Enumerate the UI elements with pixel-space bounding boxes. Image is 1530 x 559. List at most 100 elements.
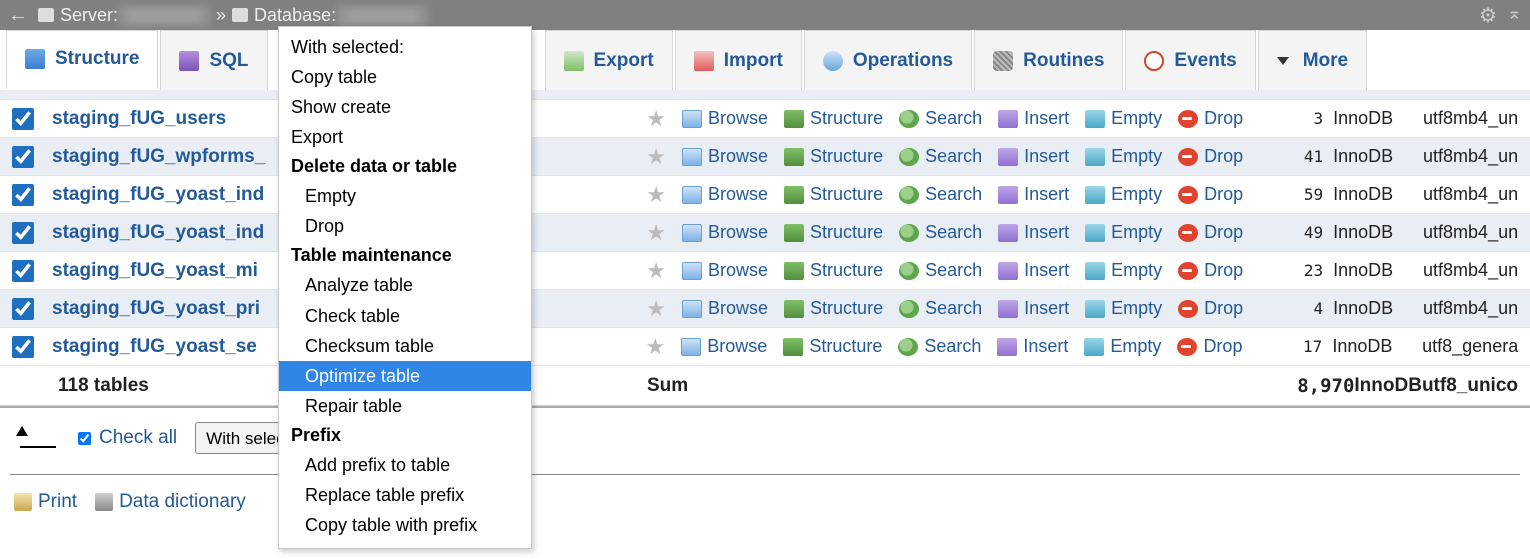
ctx-check[interactable]: Check table [279, 301, 531, 331]
ctx-replace-prefix[interactable]: Replace table prefix [279, 480, 531, 510]
tab-label: Routines [1023, 50, 1104, 72]
empty-icon [1085, 110, 1105, 128]
favorite-star-icon[interactable]: ★ [646, 106, 666, 132]
favorite-star-icon[interactable]: ★ [646, 334, 666, 360]
table-name-link[interactable]: staging_fUG_yoast_se [52, 336, 257, 358]
favorite-star-icon[interactable]: ★ [646, 258, 666, 284]
favorite-star-icon[interactable]: ★ [646, 220, 666, 246]
ctx-repair[interactable]: Repair table [279, 391, 531, 421]
print-link[interactable]: Print [14, 491, 77, 513]
table-name-link[interactable]: staging_fUG_yoast_mi [52, 260, 258, 282]
ctx-drop[interactable]: Drop [279, 211, 531, 241]
action-insert[interactable]: Insert [991, 336, 1074, 357]
action-drop[interactable]: Drop [1172, 184, 1249, 205]
action-search[interactable]: Search [893, 184, 988, 205]
back-arrow-icon[interactable]: ← [8, 4, 28, 27]
action-search[interactable]: Search [893, 260, 988, 281]
action-drop[interactable]: Drop [1172, 108, 1249, 129]
ctx-copy-prefix[interactable]: Copy table with prefix [279, 510, 531, 540]
action-structure[interactable]: Structure [777, 336, 888, 357]
action-empty[interactable]: Empty [1079, 184, 1168, 205]
table-name-link[interactable]: staging_fUG_wpforms_ [52, 146, 265, 168]
action-drop[interactable]: Drop [1172, 298, 1249, 319]
action-search[interactable]: Search [892, 336, 987, 357]
insert-icon [998, 300, 1018, 318]
action-search[interactable]: Search [893, 298, 988, 319]
ctx-empty[interactable]: Empty [279, 181, 531, 211]
tab-routines[interactable]: Routines [974, 30, 1123, 90]
action-browse[interactable]: Browse [676, 184, 774, 205]
tab-events[interactable]: Events [1125, 30, 1255, 90]
action-drop[interactable]: Drop [1172, 146, 1249, 167]
tab-structure[interactable]: Structure [6, 30, 158, 90]
action-search[interactable]: Search [893, 146, 988, 167]
favorite-star-icon[interactable]: ★ [646, 296, 666, 322]
check-all-checkbox[interactable] [78, 432, 91, 445]
action-structure[interactable]: Structure [778, 146, 889, 167]
data-dictionary-label: Data dictionary [119, 491, 246, 513]
action-search[interactable]: Search [893, 222, 988, 243]
action-structure[interactable]: Structure [778, 184, 889, 205]
action-drop[interactable]: Drop [1171, 336, 1248, 357]
ctx-show-create[interactable]: Show create [279, 92, 531, 122]
tab-label: More [1303, 50, 1348, 72]
action-empty[interactable]: Empty [1079, 298, 1168, 319]
ctx-add-prefix[interactable]: Add prefix to table [279, 450, 531, 480]
check-all-label[interactable]: Check all [78, 427, 177, 449]
favorite-star-icon[interactable]: ★ [646, 144, 666, 170]
action-browse[interactable]: Browse [675, 336, 773, 357]
table-name-link[interactable]: staging_fUG_yoast_ind [52, 222, 264, 244]
row-engine: InnoDB [1333, 108, 1413, 129]
tab-operations[interactable]: Operations [804, 30, 972, 90]
action-browse[interactable]: Browse [676, 222, 774, 243]
ctx-optimize[interactable]: Optimize table [279, 361, 531, 391]
table-name-link[interactable]: staging_fUG_users [52, 108, 226, 130]
action-browse[interactable]: Browse [676, 298, 774, 319]
tab-export[interactable]: Export [545, 30, 673, 90]
tab-import[interactable]: Import [675, 30, 802, 90]
ctx-export[interactable]: Export [279, 122, 531, 152]
action-empty[interactable]: Empty [1079, 146, 1168, 167]
ctx-copy-table[interactable]: Copy table [279, 62, 531, 92]
tab-sql[interactable]: SQL [160, 30, 267, 90]
gear-icon[interactable]: ⚙ [1479, 3, 1497, 28]
action-browse[interactable]: Browse [676, 108, 774, 129]
ctx-checksum[interactable]: Checksum table [279, 331, 531, 361]
action-insert[interactable]: Insert [992, 146, 1075, 167]
action-empty[interactable]: Empty [1079, 222, 1168, 243]
ctx-prefix-header: Prefix [279, 421, 531, 450]
data-dictionary-link[interactable]: Data dictionary [95, 491, 246, 513]
row-checkbox[interactable] [12, 298, 34, 320]
table-name-link[interactable]: staging_fUG_yoast_ind [52, 184, 264, 206]
structure-icon [25, 49, 45, 69]
row-checkbox[interactable] [12, 260, 34, 282]
action-empty[interactable]: Empty [1079, 108, 1168, 129]
table-name-link[interactable]: staging_fUG_yoast_pri [52, 298, 260, 320]
row-checkbox[interactable] [12, 222, 34, 244]
row-checkbox[interactable] [12, 184, 34, 206]
action-insert[interactable]: Insert [992, 260, 1075, 281]
action-browse[interactable]: Browse [676, 260, 774, 281]
action-structure[interactable]: Structure [778, 260, 889, 281]
action-insert[interactable]: Insert [992, 298, 1075, 319]
action-insert[interactable]: Insert [992, 222, 1075, 243]
action-empty[interactable]: Empty [1078, 336, 1167, 357]
action-insert[interactable]: Insert [992, 108, 1075, 129]
action-search[interactable]: Search [893, 108, 988, 129]
row-checkbox[interactable] [12, 108, 34, 130]
tab-more[interactable]: More [1258, 30, 1367, 90]
ctx-analyze[interactable]: Analyze table [279, 270, 531, 300]
action-insert[interactable]: Insert [992, 184, 1075, 205]
action-drop[interactable]: Drop [1172, 222, 1249, 243]
favorite-star-icon[interactable]: ★ [646, 182, 666, 208]
breadcrumb-sep: » [216, 5, 226, 26]
action-browse[interactable]: Browse [676, 146, 774, 167]
collapse-icon[interactable]: ⌅ [1507, 3, 1522, 28]
action-structure[interactable]: Structure [778, 298, 889, 319]
action-empty[interactable]: Empty [1079, 260, 1168, 281]
row-checkbox[interactable] [12, 146, 34, 168]
action-structure[interactable]: Structure [778, 222, 889, 243]
action-structure[interactable]: Structure [778, 108, 889, 129]
action-drop[interactable]: Drop [1172, 260, 1249, 281]
row-checkbox[interactable] [12, 336, 34, 358]
